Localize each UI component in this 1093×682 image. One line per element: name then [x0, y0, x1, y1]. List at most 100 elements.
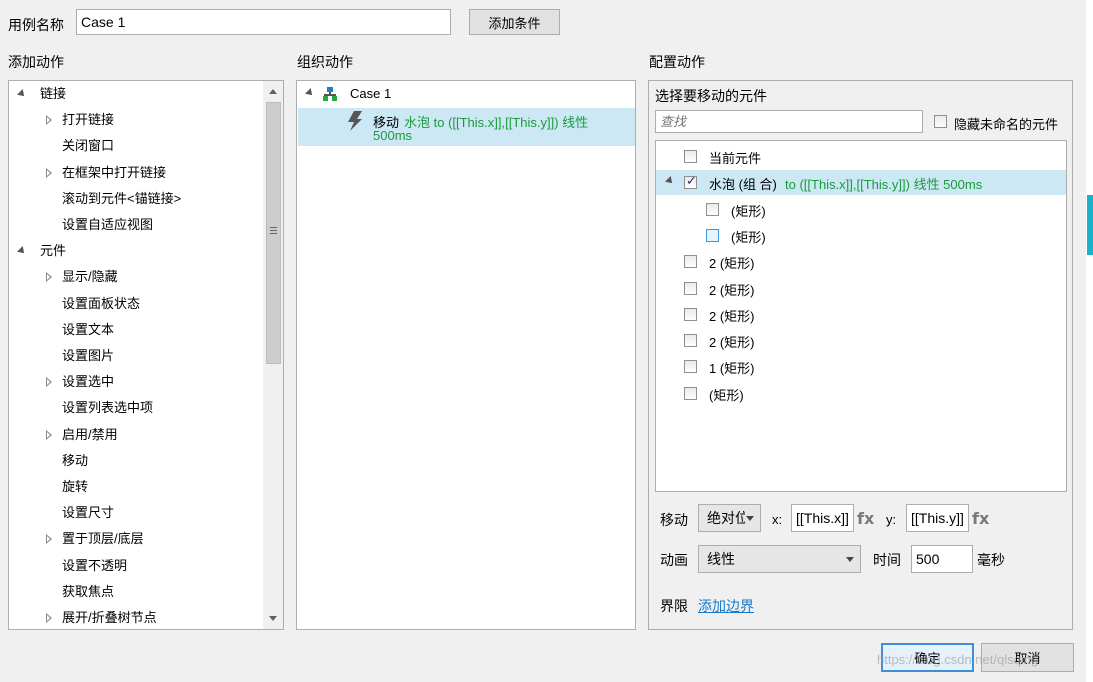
action-item-label: 设置面板状态 — [62, 295, 141, 311]
action-item-label: 设置图片 — [62, 348, 115, 363]
action-item-label: 设置列表选中项 — [62, 400, 154, 416]
action-item-label: 展开/折叠树节点 — [62, 610, 157, 625]
widget-row[interactable]: 2 (矩形) — [656, 328, 1066, 353]
add-actions-title: 添加动作 — [8, 54, 64, 70]
collapse-triangle-icon[interactable] — [46, 167, 52, 178]
action-row-move[interactable]: 移动 水泡 to ([[This.x]],[[This.y]]) 线性 500m… — [298, 108, 635, 146]
animation-label: 动画 — [660, 552, 688, 568]
widget-row[interactable]: 2 (矩形) — [656, 249, 1066, 274]
action-item-label: 启用/禁用 — [62, 426, 118, 442]
hide-unnamed-label: 隐藏未命名的元件 — [954, 117, 1059, 132]
widget-label: (矩形) — [709, 387, 744, 403]
action-item-label: 设置不透明 — [62, 557, 128, 573]
widget-checkbox[interactable] — [706, 228, 719, 242]
add-bounds-link[interactable]: 添加边界 — [698, 596, 754, 616]
action-item-label: 设置文本 — [62, 321, 115, 337]
collapse-triangle-icon[interactable] — [46, 429, 52, 440]
move-mode-value: 绝对位 — [707, 510, 745, 526]
grip-icon — [270, 227, 277, 228]
y-fx-button[interactable]: fx — [972, 509, 989, 528]
widget-label: 2 (矩形) — [709, 282, 755, 298]
time-input[interactable] — [911, 545, 973, 573]
widget-checkbox[interactable] — [684, 307, 697, 321]
action-item-label: 移动 — [62, 452, 89, 468]
animation-value: 线性 — [707, 551, 735, 567]
widget-checkbox[interactable] — [684, 360, 697, 374]
action-item-label: 旋转 — [62, 479, 89, 494]
collapse-triangle-icon[interactable] — [46, 534, 52, 545]
widget-row[interactable]: (矩形) — [656, 223, 1066, 248]
chevron-down-icon — [846, 557, 854, 562]
action-item-label: 链接 — [40, 86, 67, 101]
action-tree-scrollbar[interactable] — [263, 81, 283, 629]
expand-triangle-icon[interactable] — [665, 176, 675, 187]
time-label: 时间 — [873, 552, 901, 568]
lightning-icon — [346, 111, 364, 131]
widget-checkbox[interactable] — [684, 173, 697, 190]
collapse-triangle-icon[interactable] — [46, 377, 52, 388]
organize-actions-panel: Case 1 移动 水泡 to ([[This.x]],[[This.y]]) … — [296, 80, 636, 630]
widget-list: 当前元件水泡 (组 合) to ([[This.x]],[[This.y]]) 线… — [655, 140, 1067, 492]
widget-label: 1 (矩形) — [709, 361, 755, 377]
add-condition-button[interactable]: 添加条件 — [469, 9, 560, 35]
watermark: https://blog.csdn.net/qlsqing — [877, 652, 1039, 667]
configure-actions-title: 配置动作 — [649, 54, 705, 70]
x-fx-button[interactable]: fx — [857, 509, 874, 528]
background-accent-strip — [1087, 195, 1093, 255]
case-expand-icon[interactable] — [305, 88, 315, 98]
case-name-input[interactable] — [76, 9, 451, 35]
widget-checkbox[interactable] — [684, 150, 697, 163]
hide-unnamed-checkbox[interactable] — [934, 115, 947, 128]
case-label[interactable]: Case 1 — [350, 86, 391, 101]
widget-checkbox[interactable] — [706, 202, 719, 216]
widget-row[interactable]: 2 (矩形) — [656, 276, 1066, 301]
configure-actions-panel: 选择要移动的元件 隐藏未命名的元件 当前元件水泡 (组 合) to ([[This… — [648, 80, 1073, 630]
scroll-up-arrow-icon[interactable] — [269, 89, 277, 94]
y-value-input[interactable] — [906, 504, 969, 532]
widget-label: 2 (矩形) — [709, 335, 755, 351]
action-item-label: 设置自适应视图 — [62, 217, 154, 232]
widget-row[interactable]: (矩形) — [656, 381, 1066, 406]
select-widget-label: 选择要移动的元件 — [655, 88, 767, 104]
widget-action-detail: to ([[This.x]],[[This.y]]) 线性 500ms — [785, 177, 983, 193]
widget-checkbox[interactable] — [684, 386, 697, 400]
window-edge — [1086, 0, 1093, 682]
widget-label: 水泡 (组 合) — [709, 177, 777, 193]
action-item-label: 置于顶层/底层 — [62, 531, 144, 547]
widget-search-input[interactable] — [655, 110, 923, 133]
widget-label: 当前元件 — [709, 151, 762, 166]
collapse-triangle-icon[interactable] — [46, 115, 52, 126]
action-detail: 水泡 to ([[This.x]],[[This.y]]) 线性 — [404, 115, 589, 130]
widget-row[interactable]: 水泡 (组 合) to ([[This.x]],[[This.y]]) 线性 50… — [656, 170, 1066, 196]
widget-checkbox[interactable] — [684, 334, 697, 348]
widget-row[interactable]: 1 (矩形) — [656, 354, 1066, 379]
bounds-label: 界限 — [660, 598, 688, 614]
widget-checkbox[interactable] — [684, 281, 697, 295]
ms-label: 毫秒 — [977, 552, 1005, 568]
move-label: 移动 — [660, 512, 688, 528]
collapse-triangle-icon[interactable] — [46, 272, 52, 283]
widget-row[interactable]: 当前元件 — [656, 144, 1066, 169]
action-item-label: 关闭窗口 — [62, 138, 115, 154]
action-item-label: 设置尺寸 — [62, 505, 115, 521]
case-tree-icon — [323, 87, 337, 101]
action-item-label: 获取焦点 — [62, 583, 115, 599]
y-label: y: — [886, 512, 897, 527]
collapse-triangle-icon[interactable] — [46, 613, 52, 623]
expand-triangle-icon[interactable] — [17, 246, 27, 257]
expand-triangle-icon[interactable] — [17, 89, 27, 99]
widget-label: 2 (矩形) — [709, 256, 755, 272]
animation-select[interactable]: 线性 — [698, 545, 861, 573]
action-item-label: 在框架中打开链接 — [62, 164, 167, 180]
action-item-label: 滚动到元件<锚链接> — [62, 190, 182, 206]
widget-checkbox[interactable] — [684, 255, 697, 269]
action-item-label: 设置选中 — [62, 374, 115, 390]
organize-actions-title: 组织动作 — [297, 54, 353, 70]
move-mode-select[interactable]: 绝对位 — [698, 504, 761, 532]
scroll-down-arrow-icon[interactable] — [269, 616, 277, 621]
action-item-label: 打开链接 — [62, 112, 115, 128]
scroll-thumb[interactable] — [266, 102, 281, 364]
widget-row[interactable]: 2 (矩形) — [656, 302, 1066, 327]
widget-row[interactable]: (矩形) — [656, 197, 1066, 222]
x-value-input[interactable] — [791, 504, 854, 532]
